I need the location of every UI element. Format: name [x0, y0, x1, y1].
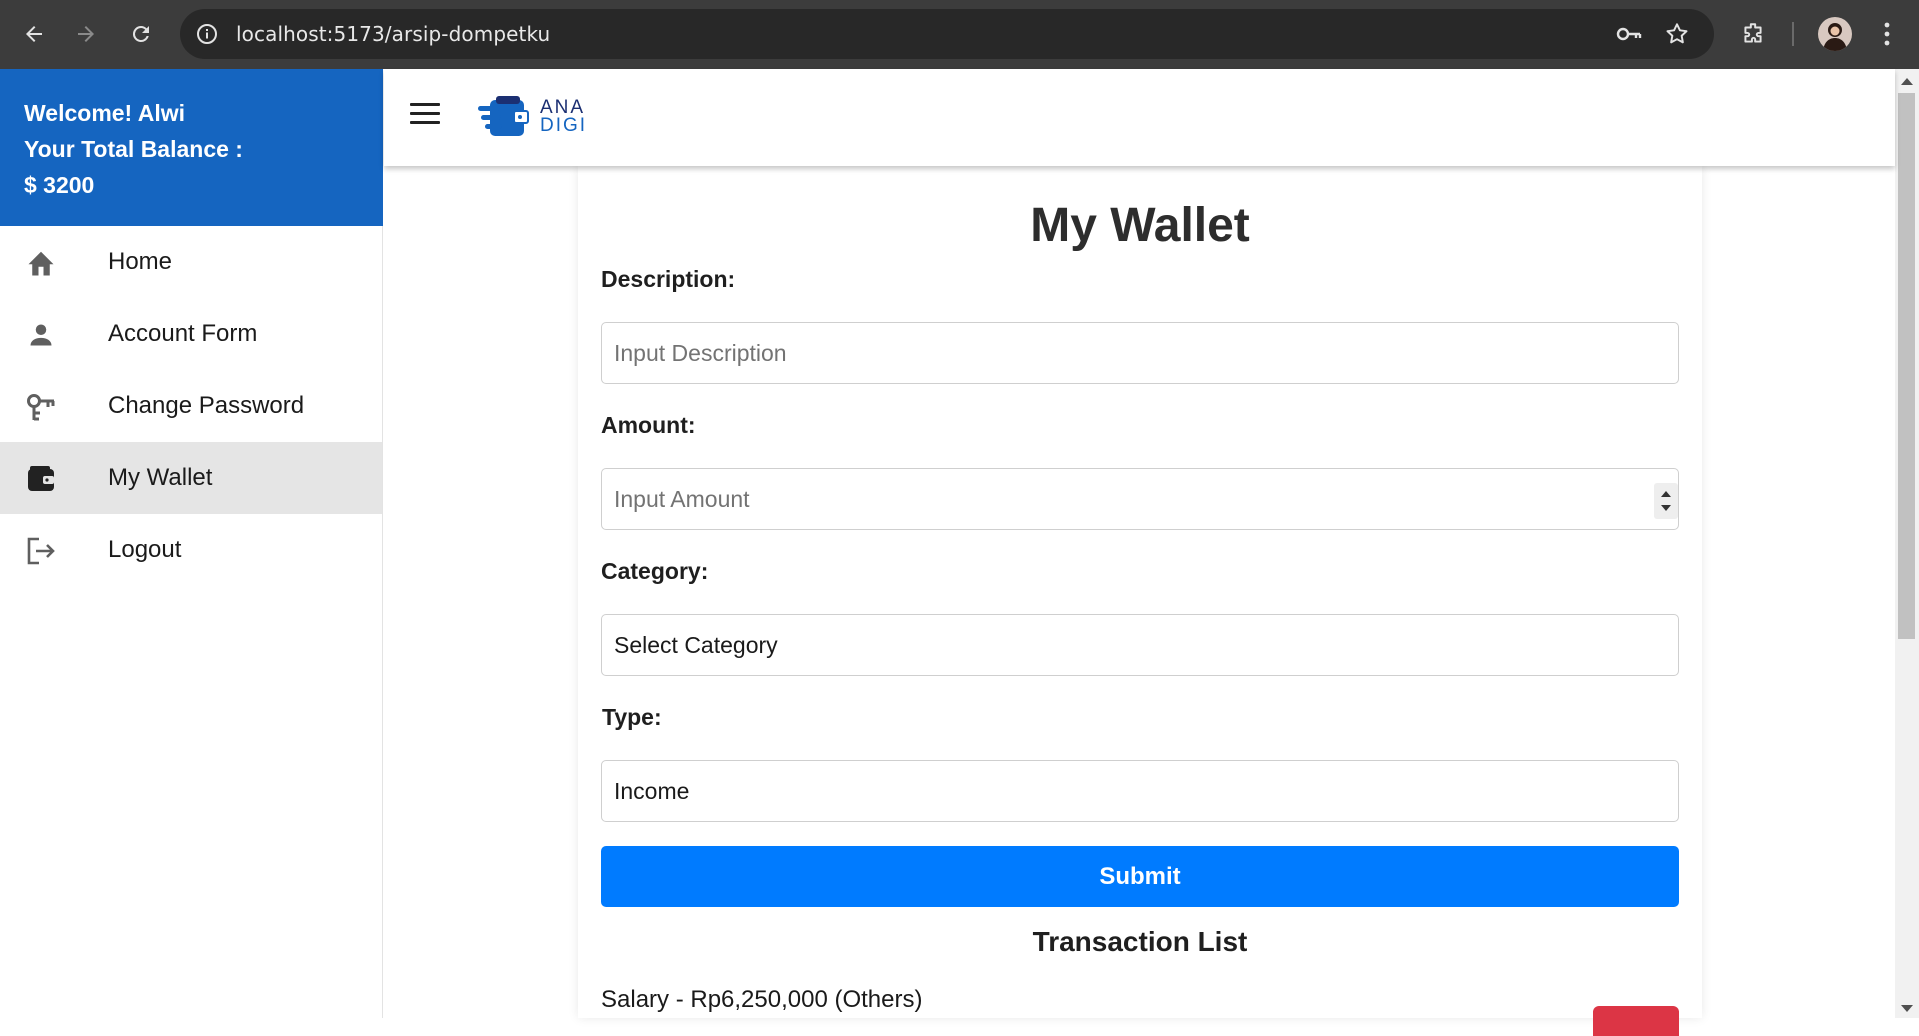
amount-stepper[interactable]: [1654, 483, 1678, 519]
sidebar-item-my-wallet[interactable]: My Wallet: [0, 442, 382, 514]
password-key-icon[interactable]: [1614, 19, 1644, 49]
type-label: Type:: [602, 704, 662, 730]
amount-field-wrapper: [578, 468, 1702, 530]
description-input[interactable]: [601, 322, 1679, 384]
person-icon: [24, 320, 58, 350]
url-text[interactable]: localhost:5173/arsip-dompetku: [236, 9, 550, 59]
transaction-list-title: Transaction List: [1032, 926, 1248, 957]
balance-label: Your Total Balance :: [24, 136, 243, 162]
home-icon: [24, 248, 58, 278]
scroll-down-icon[interactable]: [1901, 1005, 1913, 1012]
arrow-right-icon: [78, 26, 94, 42]
app-header: ANA DIGI: [384, 69, 1895, 166]
sidebar-item-logout[interactable]: Logout: [0, 514, 382, 586]
delete-transaction-button[interactable]: [1593, 1006, 1679, 1036]
amount-input[interactable]: [601, 468, 1679, 530]
wallet-card: My Wallet Description: Amount: Category:…: [578, 166, 1702, 1036]
page-scrollbar[interactable]: [1895, 69, 1919, 1018]
sidebar-item-label: Account Form: [108, 320, 258, 347]
category-selected-value: Select Category: [614, 631, 778, 658]
logo-wallet-icon: [478, 96, 529, 136]
forward-button[interactable]: [69, 17, 103, 51]
scrollbar-thumb[interactable]: [1898, 93, 1915, 639]
profile-avatar[interactable]: [1818, 17, 1852, 51]
category-label: Category:: [601, 558, 709, 584]
key-icon: [24, 392, 58, 422]
logo-text-bottom: DIGI: [540, 115, 588, 136]
arrow-left-icon: [26, 26, 42, 42]
kebab-menu-icon[interactable]: [1872, 19, 1902, 49]
sidebar-item-label: Home: [108, 248, 173, 275]
logout-icon: [24, 536, 58, 566]
sidebar-item-label: Change Password: [108, 392, 305, 419]
sidebar-item-change-password[interactable]: Change Password: [0, 370, 382, 442]
sidebar: Welcome! Alwi Your Total Balance : $ 320…: [0, 69, 383, 1018]
back-button[interactable]: [17, 17, 51, 51]
category-select[interactable]: Select Category: [601, 614, 1679, 676]
page-title: My Wallet: [1030, 199, 1250, 252]
extensions-icon[interactable]: [1738, 19, 1768, 49]
type-selected-value: Income: [614, 777, 690, 804]
scroll-up-icon[interactable]: [1901, 78, 1913, 85]
transaction-item: Salary - Rp6,250,000 (Others): [601, 986, 923, 1013]
balance-value: $ 3200: [24, 172, 95, 198]
hamburger-menu-icon[interactable]: [410, 103, 440, 131]
sidebar-item-home[interactable]: Home: [0, 226, 382, 298]
reload-icon: [132, 25, 149, 42]
sidebar-item-label: Logout: [108, 536, 182, 563]
welcome-panel: Welcome! Alwi Your Total Balance : $ 320…: [0, 69, 383, 226]
logo: ANA DIGI: [478, 94, 598, 142]
submit-button[interactable]: Submit: [601, 846, 1679, 907]
bookmark-star-icon[interactable]: [1662, 19, 1692, 49]
type-select[interactable]: Income: [601, 760, 1679, 822]
sidebar-item-account-form[interactable]: Account Form: [0, 298, 382, 370]
description-label: Description:: [601, 266, 736, 292]
amount-label: Amount:: [601, 412, 696, 438]
reload-button[interactable]: [124, 17, 158, 51]
address-bar[interactable]: localhost:5173/arsip-dompetku: [180, 9, 1714, 59]
toolbar-divider: [1792, 22, 1794, 46]
browser-toolbar: localhost:5173/arsip-dompetku: [0, 0, 1919, 69]
welcome-text: Welcome! Alwi: [24, 100, 186, 126]
sidebar-item-label: My Wallet: [108, 464, 213, 491]
wallet-icon: [24, 464, 58, 494]
site-info-icon[interactable]: [194, 21, 220, 47]
